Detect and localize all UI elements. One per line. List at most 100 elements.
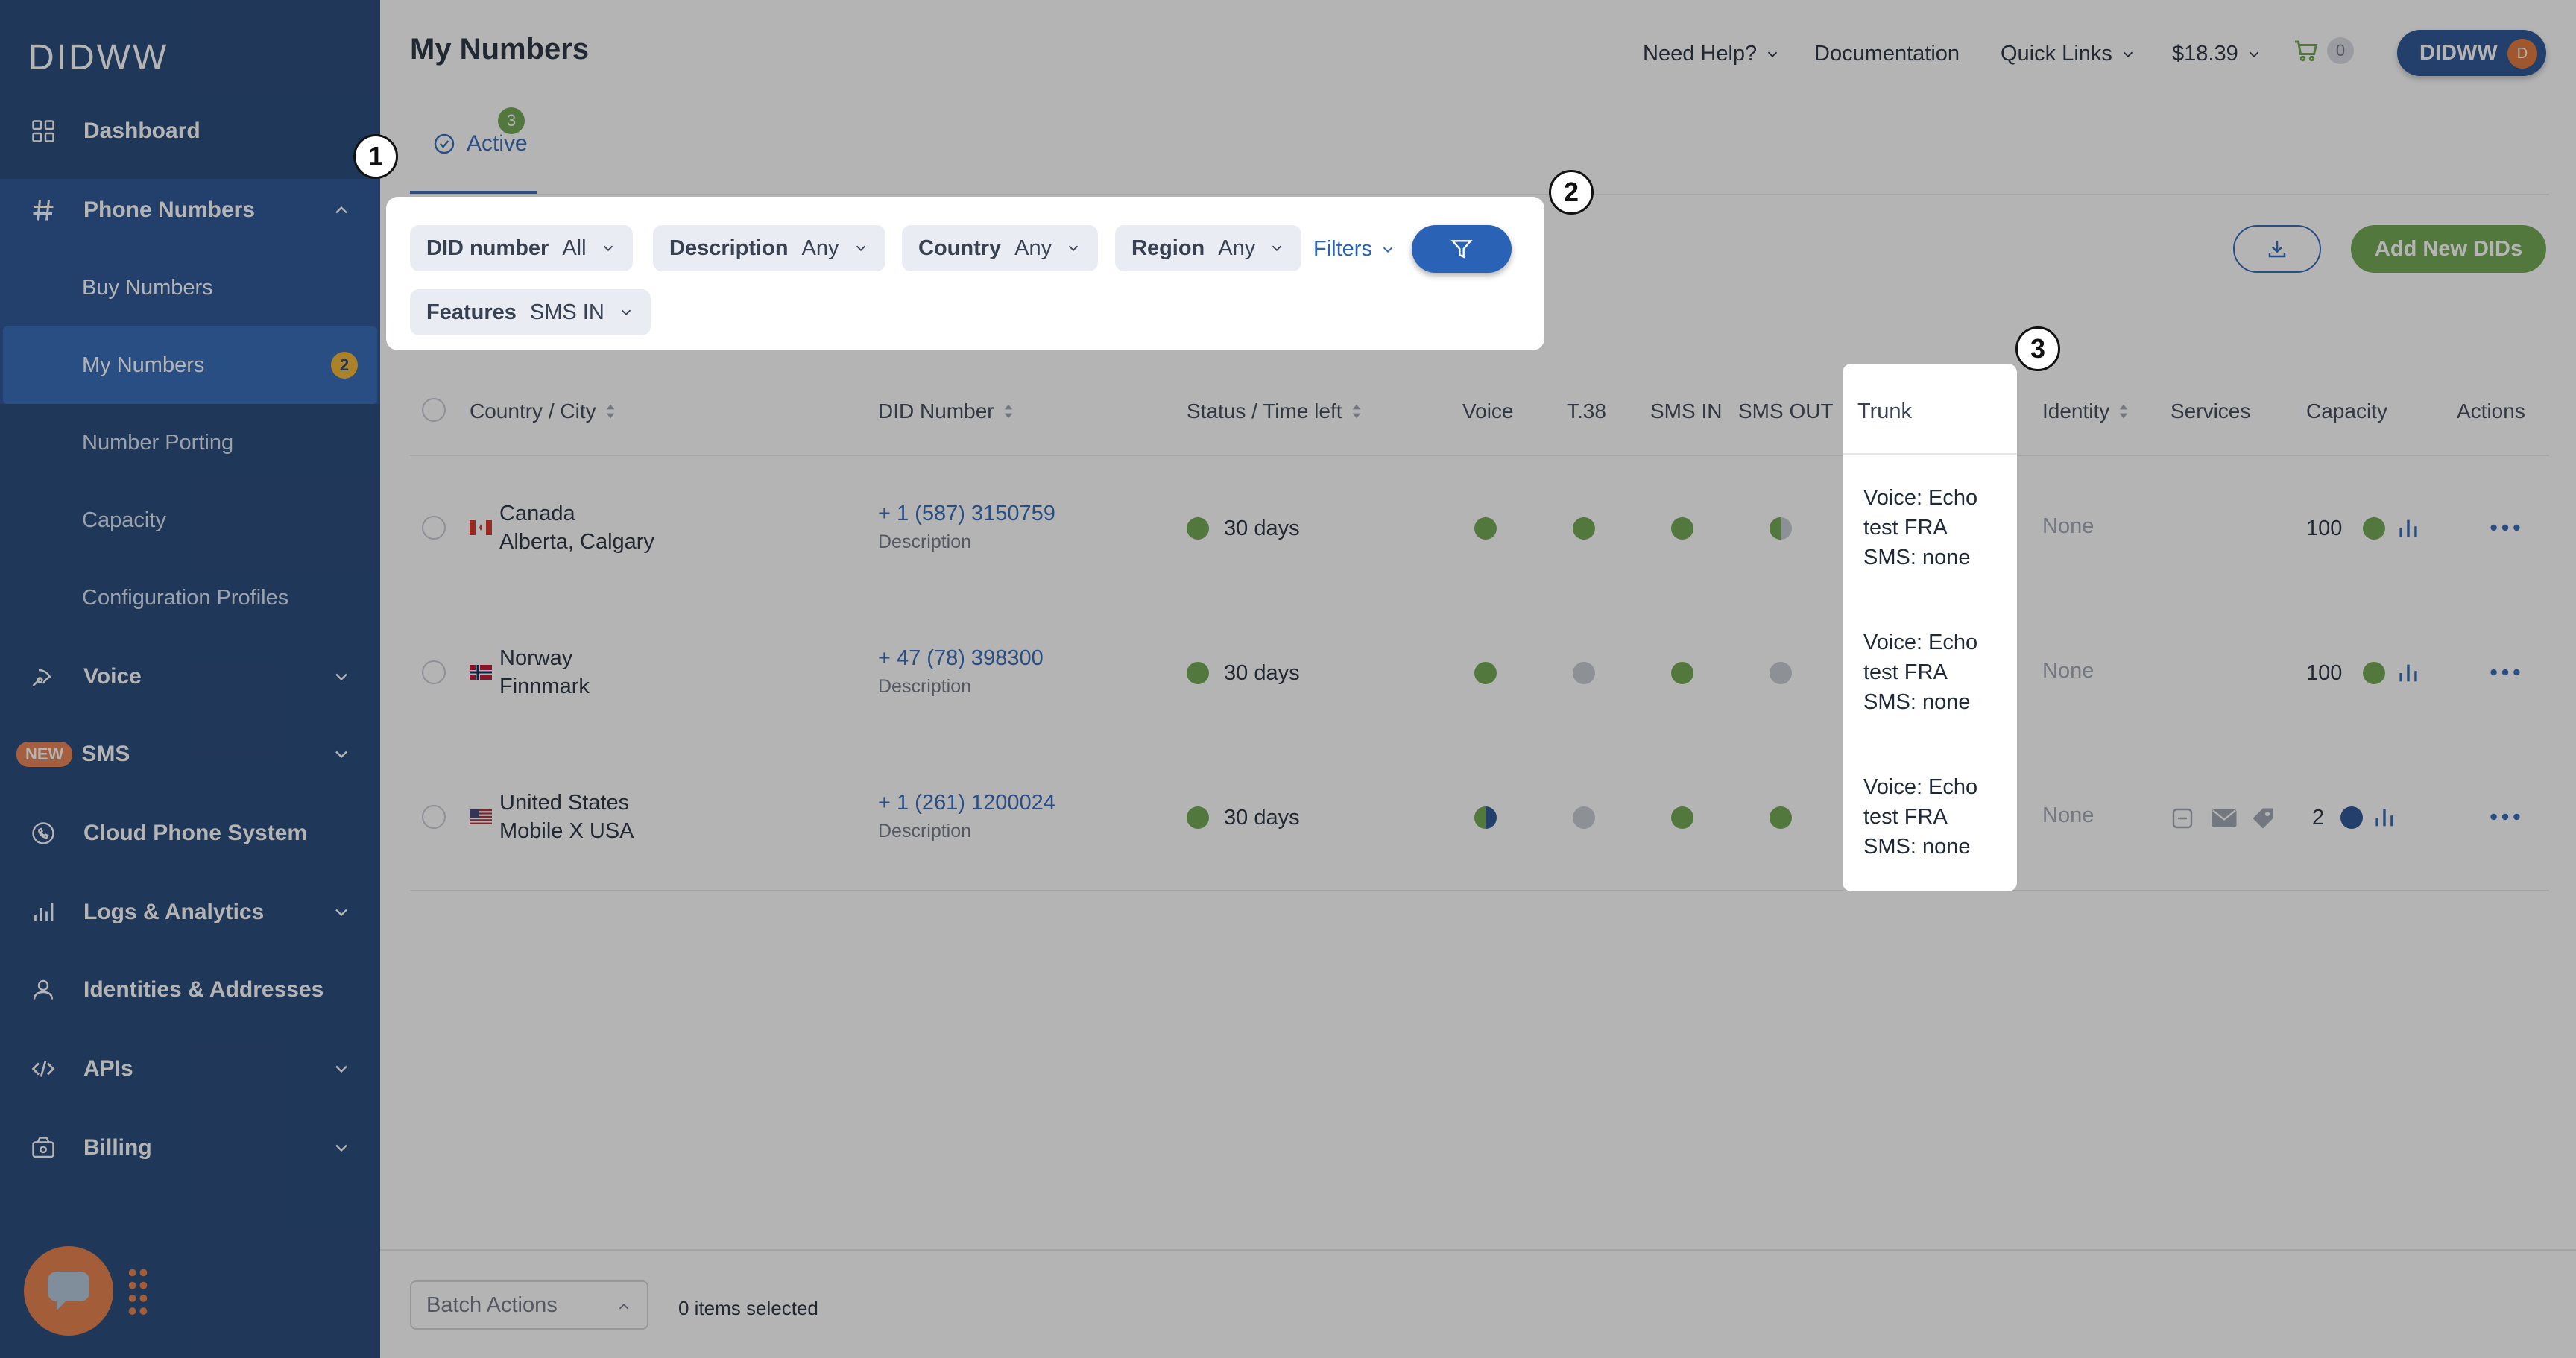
sidebar-item-configuration-profiles[interactable]: Configuration Profiles xyxy=(0,559,380,637)
description-filter[interactable]: Description Any xyxy=(653,225,886,271)
didww-logo[interactable]: DIDWW xyxy=(28,37,168,78)
capacity-chart-icon[interactable] xyxy=(2396,516,2421,541)
need-help-menu[interactable]: Need Help? xyxy=(1643,42,1781,66)
sidebar-item-identities-addresses[interactable]: Identities & Addresses xyxy=(0,951,380,1029)
time-left: 30 days xyxy=(1224,661,1300,685)
sidebar-item-label: SMS xyxy=(81,742,130,766)
quick-links-menu[interactable]: Quick Links xyxy=(2001,42,2136,66)
did-number-cell: + 1 (261) 1200024 Description xyxy=(878,789,1055,845)
more-actions-icon[interactable] xyxy=(2490,808,2521,826)
did-number-link[interactable]: + 1 (587) 3150759 xyxy=(878,499,1055,528)
wallet-icon xyxy=(28,1133,58,1163)
drag-handle-icon[interactable] xyxy=(127,1267,149,1315)
sidebar-item-apis[interactable]: APIs xyxy=(0,1030,380,1108)
sidebar-item-logs-analytics[interactable]: Logs & Analytics xyxy=(0,874,380,951)
column-header-identity[interactable]: Identity xyxy=(2042,399,2129,423)
sidebar-item-label: APIs xyxy=(83,1056,133,1081)
more-actions-icon[interactable] xyxy=(2490,519,2521,537)
column-header-did-number[interactable]: DID Number xyxy=(878,399,1014,423)
new-badge: NEW xyxy=(16,742,73,767)
region-filter[interactable]: Region Any xyxy=(1115,225,1302,271)
column-header-actions: Actions xyxy=(2457,399,2525,423)
sms-out-status-dot xyxy=(1770,662,1792,684)
sidebar-item-my-numbers[interactable]: My Numbers 2 xyxy=(0,326,380,404)
column-label: Identity xyxy=(2042,399,2110,423)
quick-links-label: Quick Links xyxy=(2001,42,2112,66)
chat-button[interactable] xyxy=(24,1246,113,1336)
capacity-status-dot xyxy=(2363,517,2385,540)
sidebar-item-label: Phone Numbers xyxy=(83,198,256,222)
features-filter[interactable]: Features SMS IN xyxy=(410,289,651,335)
filters-link[interactable]: Filters xyxy=(1313,237,1396,262)
batch-actions-select[interactable]: Batch Actions xyxy=(410,1280,648,1330)
sidebar-item-phone-numbers[interactable]: Phone Numbers xyxy=(0,171,380,249)
voice-icon xyxy=(28,662,58,692)
chevron-up-icon xyxy=(619,1303,629,1310)
column-header-sms-out: SMS OUT xyxy=(1738,399,1834,423)
more-actions-icon[interactable] xyxy=(2490,663,2521,681)
balance-menu[interactable]: $18.39 xyxy=(2172,42,2262,66)
filter-panel: DID number All Description Any Country A… xyxy=(386,197,1544,350)
capacity-chart-icon[interactable] xyxy=(2372,805,2397,830)
bottom-bar: Batch Actions 0 items selected xyxy=(380,1249,2576,1358)
filters-link-label: Filters xyxy=(1313,237,1372,261)
row-checkbox[interactable] xyxy=(422,805,446,829)
trunk-voice: Voice: Echo xyxy=(1863,631,1978,654)
tab-active[interactable]: Active xyxy=(432,131,528,157)
row-checkbox[interactable] xyxy=(422,516,446,540)
trunk-column-highlight: Trunk Voice: Echo test FRA SMS: none Voi… xyxy=(1843,364,2017,891)
column-label: Country / City xyxy=(470,399,596,423)
row-checkbox[interactable] xyxy=(422,660,446,684)
sidebar-item-capacity[interactable]: Capacity xyxy=(0,481,380,559)
column-label: DID Number xyxy=(878,399,994,423)
sort-icon xyxy=(606,404,614,419)
trunk-voice-name: test FRA xyxy=(1863,660,1948,684)
capacity-status-dot xyxy=(2340,806,2363,829)
avatar: D xyxy=(2507,39,2537,69)
sidebar-item-label: Capacity xyxy=(82,508,166,532)
sidebar-item-number-porting[interactable]: Number Porting xyxy=(0,404,380,481)
capacity-chart-icon[interactable] xyxy=(2396,660,2421,686)
trunk-cell: Voice: Echo test FRA SMS: none xyxy=(1863,483,2012,572)
download-button[interactable] xyxy=(2233,225,2321,273)
callout-marker: 2 xyxy=(1549,170,1594,215)
capacity-value: 2 xyxy=(2312,806,2325,830)
did-number-link[interactable]: + 1 (261) 1200024 xyxy=(878,789,1055,817)
tab-label: Active xyxy=(467,131,528,156)
did-number-link[interactable]: + 47 (78) 398300 xyxy=(878,644,1044,672)
balance-label: $18.39 xyxy=(2172,42,2238,66)
hash-icon xyxy=(28,195,58,225)
did-number-filter[interactable]: DID number All xyxy=(410,225,633,271)
column-header-country-city[interactable]: Country / City xyxy=(470,399,616,423)
add-new-dids-button[interactable]: Add New DIDs xyxy=(2351,225,2546,273)
column-label: Voice xyxy=(1462,399,1514,423)
column-header-status[interactable]: Status / Time left xyxy=(1187,399,1362,423)
column-header-voice: Voice xyxy=(1462,399,1514,423)
filter-value: Any xyxy=(1014,236,1052,260)
sms-in-status-dot xyxy=(1671,517,1693,540)
status-dot xyxy=(1187,806,1209,829)
sidebar-item-label: Billing xyxy=(83,1135,152,1160)
select-all-checkbox[interactable] xyxy=(422,398,446,422)
user-menu-button[interactable]: DIDWW D xyxy=(2397,30,2546,76)
cloud-phone-icon xyxy=(28,818,58,848)
country-name: Canada xyxy=(499,502,575,525)
identity-value: None xyxy=(2042,514,2094,538)
sidebar-item-buy-numbers[interactable]: Buy Numbers xyxy=(0,249,380,326)
apply-filter-button[interactable] xyxy=(1412,225,1512,273)
sidebar-item-billing[interactable]: Billing xyxy=(0,1109,380,1187)
column-label: T.38 xyxy=(1567,399,1606,423)
chevron-down-icon xyxy=(1272,245,1282,252)
sidebar-item-label: My Numbers xyxy=(82,353,205,377)
cart-button[interactable]: 0 xyxy=(2293,37,2354,64)
funnel-icon xyxy=(1450,240,1473,259)
country-city-cell: Norway Finnmark xyxy=(499,644,590,701)
sidebar-item-dashboard[interactable]: Dashboard xyxy=(0,92,380,170)
sidebar-item-voice[interactable]: Voice xyxy=(0,638,380,716)
sidebar-item-cloud-phone-system[interactable]: Cloud Phone System xyxy=(0,795,380,872)
column-label: Status / Time left xyxy=(1187,399,1342,423)
documentation-link[interactable]: Documentation xyxy=(1814,42,1960,66)
sidebar-item-sms[interactable]: NEW SMS xyxy=(0,716,380,793)
country-filter[interactable]: Country Any xyxy=(902,225,1099,271)
filter-label: Description xyxy=(669,236,789,260)
